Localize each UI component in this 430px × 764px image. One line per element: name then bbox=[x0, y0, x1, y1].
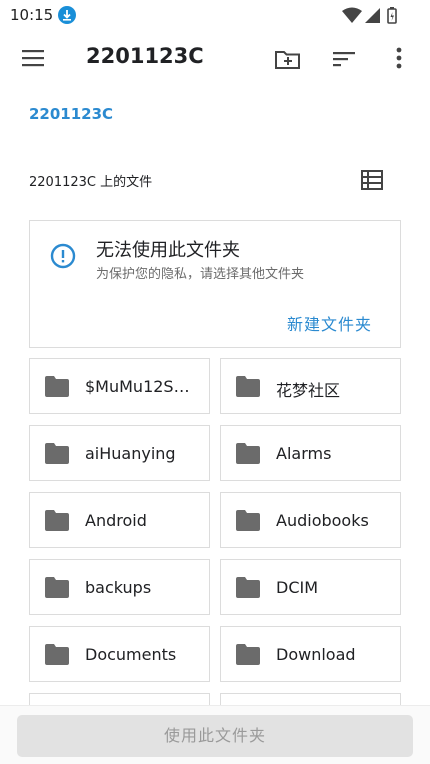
folder-icon bbox=[45, 577, 69, 598]
menu-icon[interactable] bbox=[19, 46, 47, 70]
breadcrumb[interactable]: 2201123C bbox=[29, 105, 113, 123]
folder-tile[interactable]: 花梦社区 bbox=[220, 358, 401, 414]
folder-icon bbox=[236, 644, 260, 665]
toolbar: 2201123C bbox=[0, 30, 430, 86]
folder-tile[interactable]: backups bbox=[29, 559, 210, 615]
folder-tile[interactable]: Android bbox=[29, 492, 210, 548]
folder-tile[interactable] bbox=[220, 693, 401, 705]
folder-tile[interactable]: $MuMu12Sh... bbox=[29, 358, 210, 414]
folder-tile[interactable]: aiHuanying bbox=[29, 425, 210, 481]
folder-label: Alarms bbox=[276, 444, 332, 463]
folder-label: Audiobooks bbox=[276, 511, 369, 530]
folder-icon bbox=[236, 443, 260, 464]
status-icons bbox=[342, 6, 400, 30]
folder-tile[interactable]: DCIM bbox=[220, 559, 401, 615]
folder-label: Download bbox=[276, 645, 356, 664]
warning-subtitle: 为保护您的隐私，请选择其他文件夹 bbox=[96, 267, 305, 282]
warning-card: 无法使用此文件夹 为保护您的隐私，请选择其他文件夹 新建文件夹 bbox=[29, 220, 401, 348]
folder-tile[interactable] bbox=[29, 693, 210, 705]
folder-icon bbox=[236, 376, 260, 397]
folder-icon bbox=[236, 577, 260, 598]
new-folder-icon[interactable] bbox=[273, 44, 303, 74]
status-bar: 10:15 bbox=[0, 0, 430, 30]
folder-label: Documents bbox=[85, 645, 177, 664]
signal-icon bbox=[365, 8, 380, 23]
download-notification-icon bbox=[58, 6, 76, 24]
folder-icon bbox=[45, 510, 69, 531]
folder-label: 花梦社区 bbox=[276, 381, 341, 400]
use-this-folder-button[interactable]: 使用此文件夹 bbox=[17, 715, 413, 757]
folder-icon bbox=[45, 443, 69, 464]
folder-tile[interactable]: Alarms bbox=[220, 425, 401, 481]
list-view-icon[interactable] bbox=[359, 168, 385, 192]
folder-label: Android bbox=[85, 511, 147, 530]
info-icon bbox=[50, 243, 76, 269]
folder-label: $MuMu12Sh... bbox=[85, 377, 197, 396]
toolbar-title: 2201123C bbox=[86, 44, 204, 68]
more-options-icon[interactable] bbox=[386, 44, 416, 74]
folder-tile[interactable]: Download bbox=[220, 626, 401, 682]
files-header: 2201123C 上的文件 bbox=[29, 175, 153, 190]
folder-label: DCIM bbox=[276, 578, 319, 597]
folder-icon bbox=[236, 510, 260, 531]
folder-tile[interactable]: Documents bbox=[29, 626, 210, 682]
folder-icon bbox=[45, 376, 69, 397]
folder-tile[interactable]: Audiobooks bbox=[220, 492, 401, 548]
folder-icon bbox=[45, 644, 69, 665]
status-time: 10:15 bbox=[10, 6, 54, 24]
warning-title: 无法使用此文件夹 bbox=[96, 240, 240, 261]
sort-icon[interactable] bbox=[330, 44, 360, 74]
wifi-icon bbox=[342, 7, 362, 23]
folder-grid: $MuMu12Sh... 花梦社区 aiHuanying Alarms Andr… bbox=[29, 358, 401, 705]
folder-label: backups bbox=[85, 578, 152, 597]
bottom-bar: 使用此文件夹 bbox=[0, 705, 430, 764]
folder-label: aiHuanying bbox=[85, 444, 176, 463]
new-folder-button[interactable]: 新建文件夹 bbox=[287, 311, 372, 335]
